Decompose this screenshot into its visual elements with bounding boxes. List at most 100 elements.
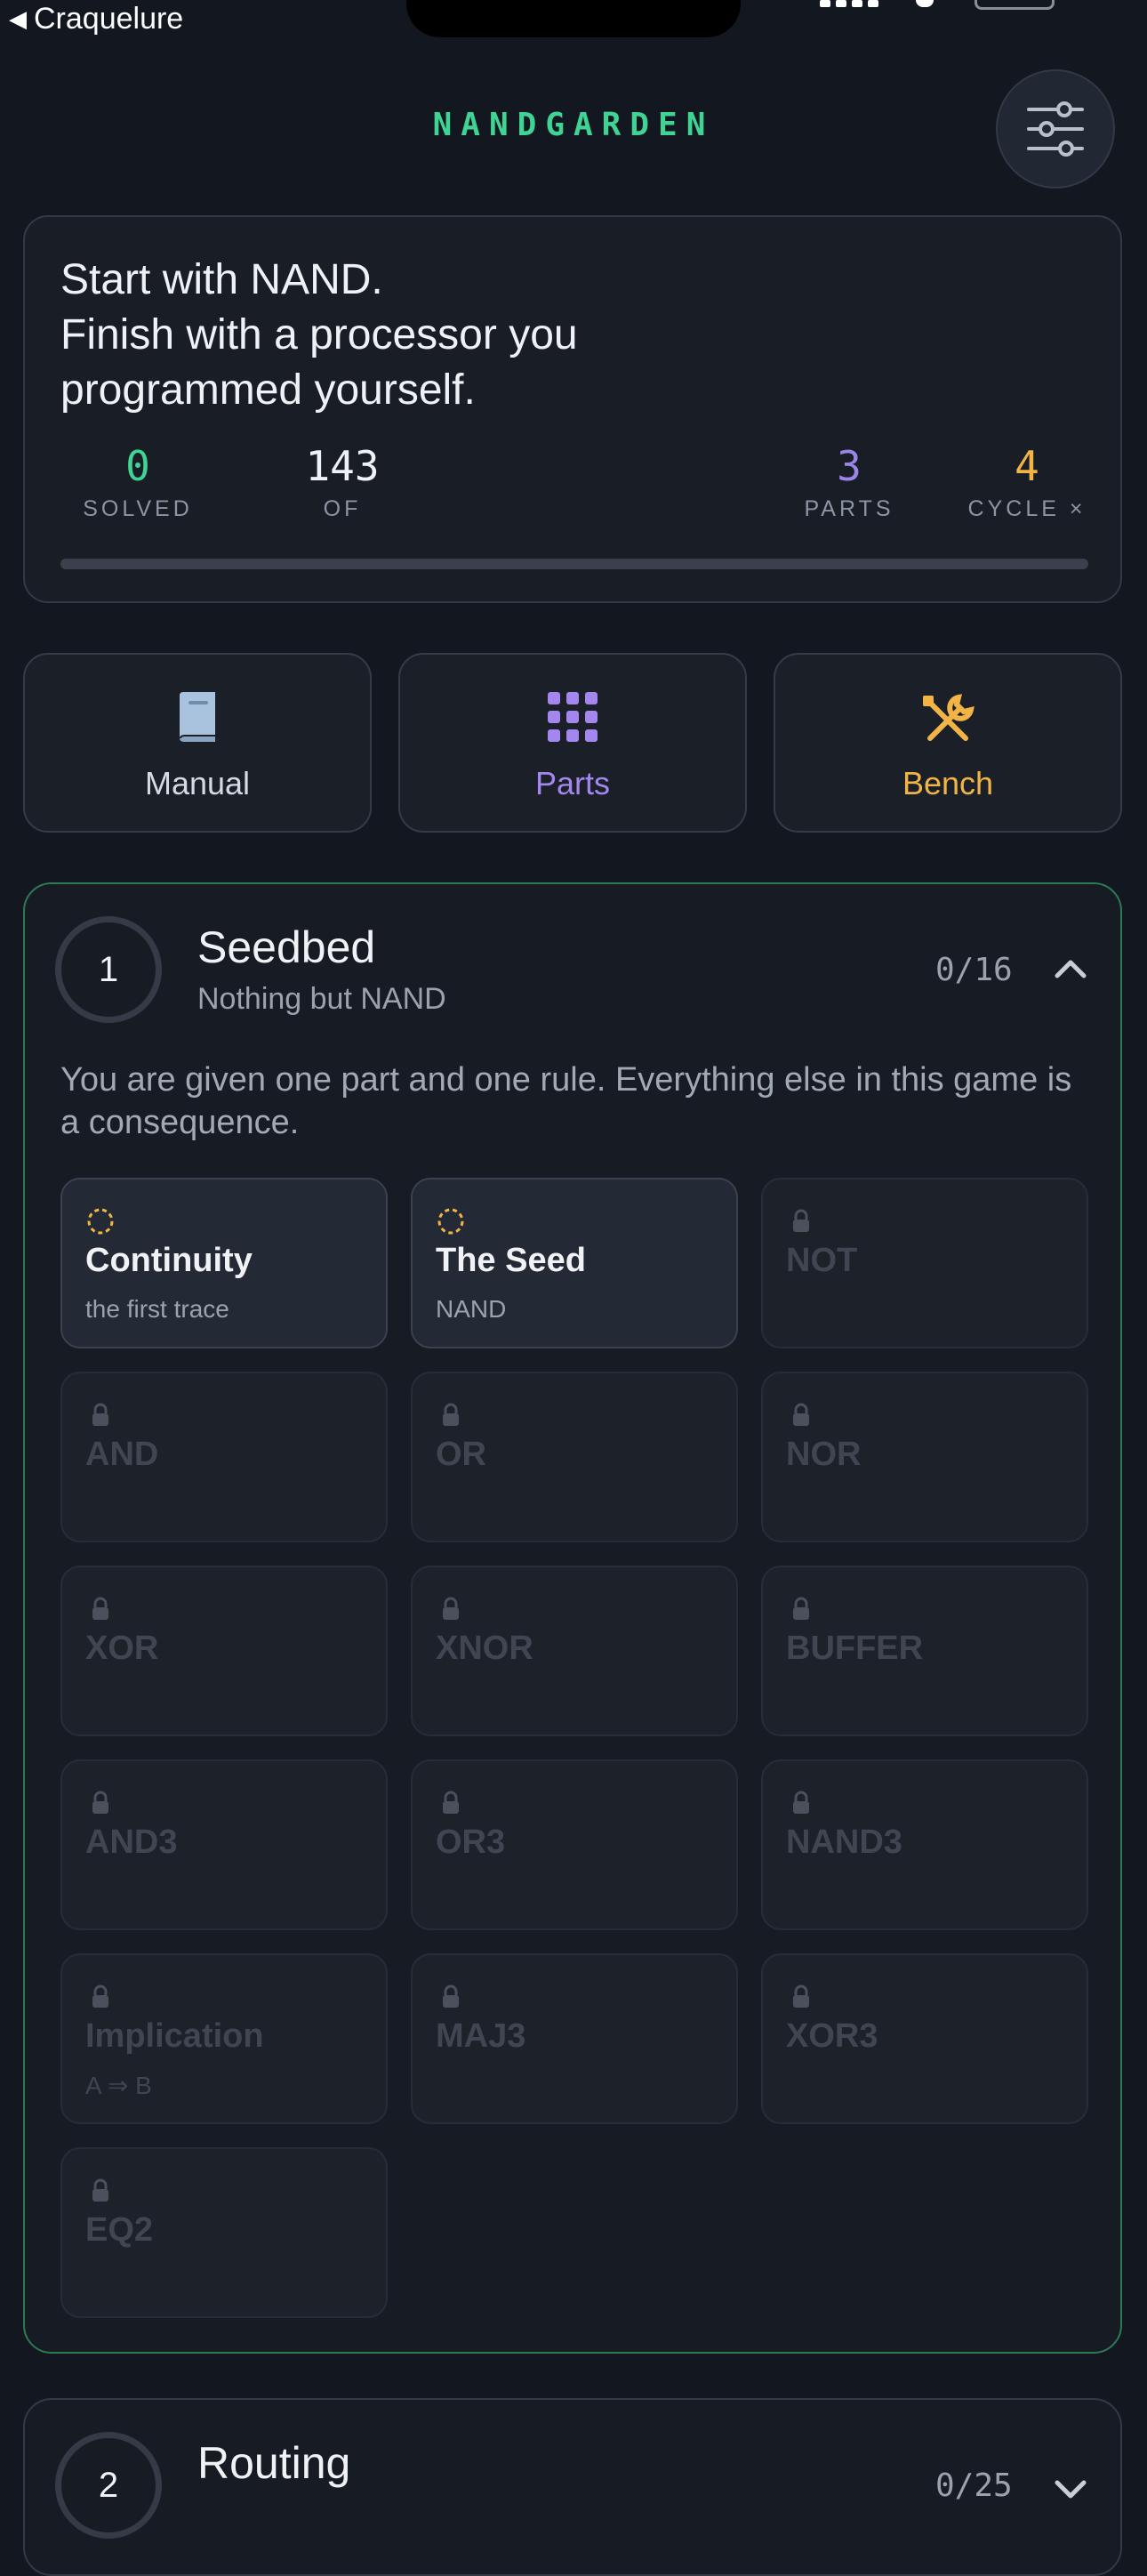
stat-solved: 0 SOLVED [62, 441, 213, 522]
level-tile: NOT [761, 1178, 1088, 1348]
level-name: XOR [85, 1630, 159, 1667]
level-subtitle: NAND [436, 1295, 507, 1323]
lock-icon [793, 1209, 809, 1232]
intro-line: Start with NAND. [60, 256, 383, 303]
lock-icon [793, 1984, 809, 2008]
level-name: XNOR [436, 1630, 533, 1667]
lock-icon [92, 1791, 108, 1814]
settings-button[interactable] [996, 69, 1115, 189]
stat-label: SOLVED [83, 496, 193, 521]
level-name: NOR [786, 1436, 862, 1473]
level-tile: XOR3 [761, 1953, 1088, 2124]
level-name: NOT [786, 1242, 858, 1279]
level-name: AND [85, 1436, 159, 1473]
cellular-signal-icon [820, 0, 878, 7]
sliders-icon [1027, 101, 1084, 157]
wifi-icon [916, 0, 934, 7]
level-name: The Seed [436, 1242, 586, 1279]
stat-label: PARTS [804, 496, 894, 521]
intro-line: programmed yourself. [60, 366, 476, 414]
chapter-number: 1 [98, 949, 119, 989]
app-title: NANDGARDEN [432, 107, 715, 143]
level-name: AND3 [85, 1823, 178, 1861]
chapter-number-ring: 2 [55, 2432, 162, 2539]
level-tile: EQ2 [60, 2147, 388, 2318]
level-tile: XOR [60, 1566, 388, 1736]
chevron-up-icon[interactable] [1055, 957, 1087, 978]
stat-value: 4 [1015, 442, 1039, 490]
chapter-progress-count: 0/16 [935, 952, 1013, 988]
level-tile: BUFFER [761, 1566, 1088, 1736]
level-name: MAJ3 [436, 2017, 526, 2055]
chapter-section-seedbed: 1 Seedbed Nothing but NAND 0/16 You are … [23, 882, 1122, 2354]
stat-label: OF [323, 496, 362, 521]
level-tile: NOR [761, 1372, 1088, 1542]
lock-icon [92, 2178, 108, 2202]
level-tile: AND3 [60, 1759, 388, 1930]
intro-line: Finish with a processor you [60, 311, 578, 358]
camera-notch [406, 0, 741, 37]
chapter-subtitle: Nothing but NAND [197, 982, 446, 1016]
tools-icon [923, 694, 975, 741]
stat-value: 143 [305, 442, 380, 490]
intro-text: Start with NAND. Finish with a processor… [60, 253, 578, 418]
level-tile: NAND3 [761, 1759, 1088, 1930]
level-tile: XNOR [411, 1566, 738, 1736]
lock-icon [443, 1984, 459, 2008]
progress-bar [60, 559, 1088, 569]
level-name: OR [436, 1436, 486, 1473]
in-progress-ring-icon [87, 1208, 114, 1235]
chapter-description: You are given one part and one rule. Eve… [60, 1061, 1072, 1141]
level-name: Continuity [85, 1242, 253, 1279]
back-to-app-button[interactable]: ◀ Craquelure [9, 2, 183, 36]
manual-label: Manual [144, 765, 251, 801]
lock-icon [92, 1984, 108, 2008]
level-name: BUFFER [786, 1630, 924, 1667]
level-grid: Continuity the first trace The Seed NAND NOT… [60, 1178, 1088, 2318]
in-progress-ring-icon [437, 1208, 464, 1235]
lock-icon [443, 1791, 459, 1814]
chapter-title: Routing [197, 2438, 351, 2488]
back-app-label: Craquelure [34, 2, 184, 36]
level-tile[interactable]: The Seed NAND [411, 1178, 738, 1348]
stat-parts: 3 PARTS [774, 441, 925, 522]
chapter-number-ring: 1 [55, 916, 162, 1023]
level-name: OR3 [436, 1823, 506, 1861]
level-name: NAND3 [786, 1823, 902, 1861]
stat-cycle: 4 CYCLE × [951, 441, 1103, 522]
level-name: XOR3 [786, 2017, 878, 2055]
stat-total: 143 OF [267, 441, 418, 522]
lock-icon [793, 1403, 809, 1426]
chevron-down-icon[interactable] [1055, 2480, 1087, 2501]
level-tile: Implication A ⇒ B [60, 1953, 388, 2124]
parts-button[interactable]: Parts [398, 653, 747, 833]
battery-icon [975, 0, 1055, 10]
bench-label: Bench [902, 765, 994, 801]
level-tile: AND [60, 1372, 388, 1542]
stat-value: 0 [125, 442, 150, 490]
stat-label: CYCLE × [967, 496, 1087, 521]
lock-icon [793, 1597, 809, 1620]
chapter-title: Seedbed [197, 922, 376, 972]
manual-button[interactable]: Manual [23, 653, 372, 833]
level-subtitle: the first trace [85, 1295, 229, 1323]
level-name: Implication [85, 2017, 264, 2055]
back-arrow-icon: ◀ [9, 5, 27, 32]
lock-icon [793, 1791, 809, 1814]
bench-button[interactable]: Bench [774, 653, 1122, 833]
level-name: EQ2 [85, 2211, 154, 2249]
chapter-number: 2 [98, 2465, 119, 2505]
grid-icon [548, 692, 598, 742]
lock-icon [92, 1403, 108, 1426]
book-icon [180, 692, 215, 742]
level-tile: OR3 [411, 1759, 738, 1930]
intro-card: Start with NAND. Finish with a processor… [23, 215, 1122, 603]
lock-icon [443, 1597, 459, 1620]
chapter-progress-count: 0/25 [935, 2467, 1013, 2504]
lock-icon [443, 1403, 459, 1426]
status-bar: ◀ Craquelure [0, 0, 1147, 44]
level-tile: MAJ3 [411, 1953, 738, 2124]
level-tile[interactable]: Continuity the first trace [60, 1178, 388, 1348]
stat-value: 3 [837, 442, 862, 490]
chapter-section-routing[interactable]: 2 Routing 0/25 [23, 2398, 1122, 2576]
